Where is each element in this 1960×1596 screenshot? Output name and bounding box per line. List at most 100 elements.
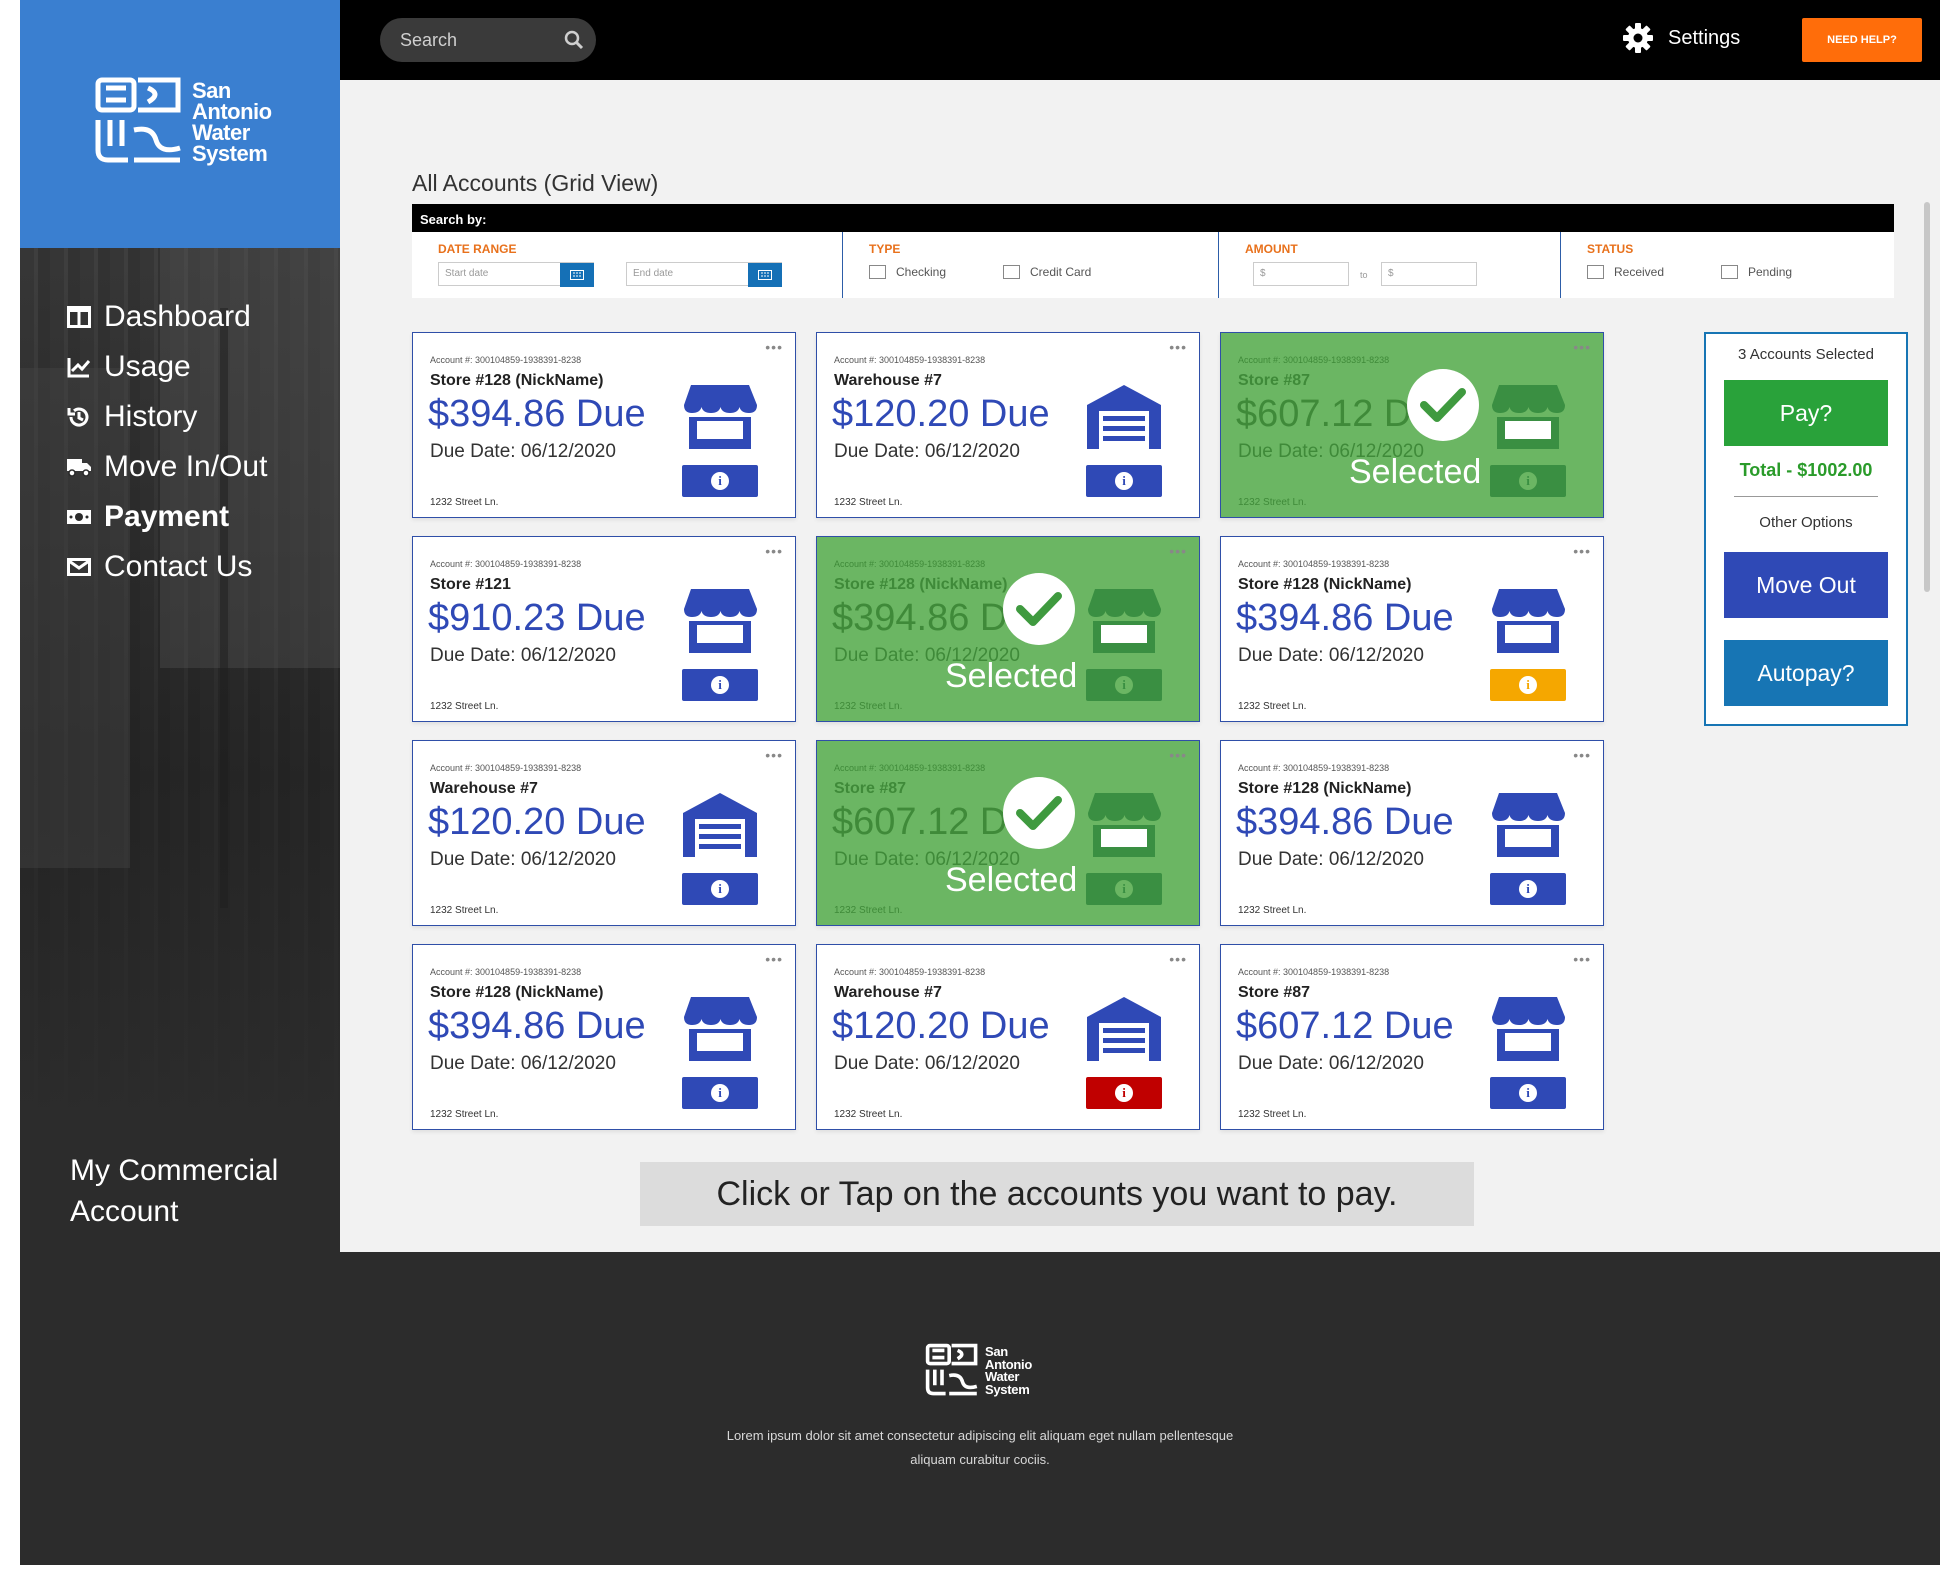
amount-due: $910.23 Due <box>428 597 646 639</box>
info-button[interactable]: i <box>682 669 758 701</box>
need-help-button[interactable]: NEED HELP? <box>1802 18 1922 62</box>
more-options-icon[interactable]: ••• <box>1573 747 1591 763</box>
sidebar-nav: Dashboard Usage History Move In/Out Paym… <box>66 292 267 592</box>
store-icon <box>1088 793 1161 857</box>
account-number: Account #: 300104859-1938391-8238 <box>430 967 582 977</box>
sidebar: San Antonio Water System Dashboard Usage <box>20 0 340 1252</box>
account-card[interactable]: ••• Account #: 300104859-1938391-8238 Wa… <box>412 740 796 926</box>
more-options-icon[interactable]: ••• <box>1169 339 1187 355</box>
service-address: 1232 Street Ln. <box>430 1109 499 1120</box>
info-icon: i <box>1115 676 1133 694</box>
store-icon <box>681 995 759 1063</box>
service-address: 1232 Street Ln. <box>834 497 903 508</box>
scrollbar-thumb[interactable] <box>1924 202 1930 592</box>
checkbox-box[interactable] <box>869 265 886 279</box>
more-options-icon[interactable]: ••• <box>1169 951 1187 967</box>
more-options-icon[interactable]: ••• <box>1169 543 1187 559</box>
filter-title: STATUS <box>1587 242 1634 256</box>
service-address: 1232 Street Ln. <box>1238 1109 1307 1120</box>
checkbox-box[interactable] <box>1721 265 1738 279</box>
account-card[interactable]: ••• Account #: 300104859-1938391-8238 Wa… <box>816 332 1200 518</box>
end-date-field[interactable]: End date <box>626 262 782 287</box>
account-number: Account #: 300104859-1938391-8238 <box>1238 559 1390 569</box>
sidebar-item-label: Usage <box>104 350 191 383</box>
start-date-field[interactable]: Start date <box>438 262 594 287</box>
more-options-icon[interactable]: ••• <box>1573 339 1591 355</box>
account-card[interactable]: ••• Account #: 300104859-1938391-8238 St… <box>412 536 796 722</box>
account-number: Account #: 300104859-1938391-8238 <box>834 967 986 977</box>
due-date: Due Date: 06/12/2020 <box>1238 1053 1424 1074</box>
warehouse-icon <box>1087 997 1161 1061</box>
account-card[interactable]: ••• Account #: 300104859-1938391-8238 St… <box>412 332 796 518</box>
autopay-button[interactable]: Autopay? <box>1724 640 1888 706</box>
more-options-icon[interactable]: ••• <box>765 543 783 559</box>
footer-text: Lorem ipsum dolor sit amet consectetur a… <box>680 1424 1280 1472</box>
amount-min-field[interactable]: $ <box>1253 262 1349 286</box>
chart-icon <box>66 354 92 380</box>
info-button[interactable]: i <box>682 1077 758 1109</box>
search-input[interactable]: Search <box>380 18 596 62</box>
info-button[interactable]: i <box>1490 465 1566 497</box>
info-button[interactable]: i <box>682 465 758 497</box>
account-number: Account #: 300104859-1938391-8238 <box>1238 355 1390 365</box>
account-number: Account #: 300104859-1938391-8238 <box>430 763 582 773</box>
calendar-icon[interactable] <box>748 263 782 287</box>
sidebar-item-history[interactable]: History <box>66 392 267 442</box>
pending-checkbox[interactable]: Pending <box>1721 265 1792 279</box>
account-card[interactable]: ••• Account #: 300104859-1938391-8238 St… <box>816 536 1200 722</box>
more-options-icon[interactable]: ••• <box>1573 543 1591 559</box>
checking-checkbox[interactable]: Checking <box>869 265 946 279</box>
more-options-icon[interactable]: ••• <box>765 339 783 355</box>
account-card[interactable]: ••• Account #: 300104859-1938391-8238 St… <box>412 944 796 1130</box>
account-card[interactable]: ••• Account #: 300104859-1938391-8238 St… <box>1220 536 1604 722</box>
info-button[interactable]: i <box>1490 669 1566 701</box>
account-card[interactable]: ••• Account #: 300104859-1938391-8238 St… <box>1220 944 1604 1130</box>
move-out-button[interactable]: Move Out <box>1724 552 1888 618</box>
scrollbar[interactable] <box>1924 124 1932 1180</box>
account-card[interactable]: ••• Account #: 300104859-1938391-8238 St… <box>816 740 1200 926</box>
more-options-icon[interactable]: ••• <box>1573 951 1591 967</box>
more-options-icon[interactable]: ••• <box>1169 747 1187 763</box>
due-date: Due Date: 06/12/2020 <box>430 849 616 870</box>
saws-logo[interactable]: San Antonio Water System <box>94 74 294 174</box>
service-address: 1232 Street Ln. <box>430 905 499 916</box>
sidebar-item-usage[interactable]: Usage <box>66 342 267 392</box>
history-icon <box>66 404 92 430</box>
info-button[interactable]: i <box>1086 1077 1162 1109</box>
sidebar-item-label: Payment <box>104 500 230 533</box>
info-button[interactable]: i <box>1086 873 1162 905</box>
info-button[interactable]: i <box>682 873 758 905</box>
account-card[interactable]: ••• Account #: 300104859-1938391-8238 St… <box>1220 332 1604 518</box>
truck-icon <box>66 454 92 480</box>
end-date-placeholder: End date <box>633 268 674 279</box>
filter-bar: Search by: DATE RANGE Start date End dat… <box>412 204 1894 298</box>
more-options-icon[interactable]: ••• <box>765 747 783 763</box>
more-options-icon[interactable]: ••• <box>765 951 783 967</box>
saws-emblem-icon <box>95 77 181 163</box>
received-checkbox[interactable]: Received <box>1587 265 1664 279</box>
checkbox-box[interactable] <box>1587 265 1604 279</box>
credit-card-checkbox[interactable]: Credit Card <box>1003 265 1091 279</box>
info-button[interactable]: i <box>1086 669 1162 701</box>
settings-button[interactable]: Settings <box>1622 22 1740 54</box>
selected-label: Selected <box>945 657 1078 695</box>
info-button[interactable]: i <box>1490 873 1566 905</box>
checkbox-box[interactable] <box>1003 265 1020 279</box>
cash-icon <box>66 504 92 530</box>
account-card[interactable]: ••• Account #: 300104859-1938391-8238 Wa… <box>816 944 1200 1130</box>
sidebar-item-dashboard[interactable]: Dashboard <box>66 292 267 342</box>
search-icon[interactable] <box>552 30 596 50</box>
footer-logo[interactable]: San Antonio Water System <box>925 1342 1045 1404</box>
sidebar-item-payment[interactable]: Payment <box>66 492 267 542</box>
info-icon: i <box>1519 1084 1537 1102</box>
account-card[interactable]: ••• Account #: 300104859-1938391-8238 St… <box>1220 740 1604 926</box>
sidebar-item-contact[interactable]: Contact Us <box>66 542 267 592</box>
sidebar-item-move[interactable]: Move In/Out <box>66 442 267 492</box>
info-button[interactable]: i <box>1490 1077 1566 1109</box>
calendar-icon[interactable] <box>560 263 594 287</box>
pay-button[interactable]: Pay? <box>1724 380 1888 446</box>
footer: San Antonio Water System Lorem ipsum dol… <box>20 1252 1940 1565</box>
selection-summary-panel: 3 Accounts Selected Pay? Total - $1002.0… <box>1704 332 1908 726</box>
info-button[interactable]: i <box>1086 465 1162 497</box>
amount-max-field[interactable]: $ <box>1381 262 1477 286</box>
